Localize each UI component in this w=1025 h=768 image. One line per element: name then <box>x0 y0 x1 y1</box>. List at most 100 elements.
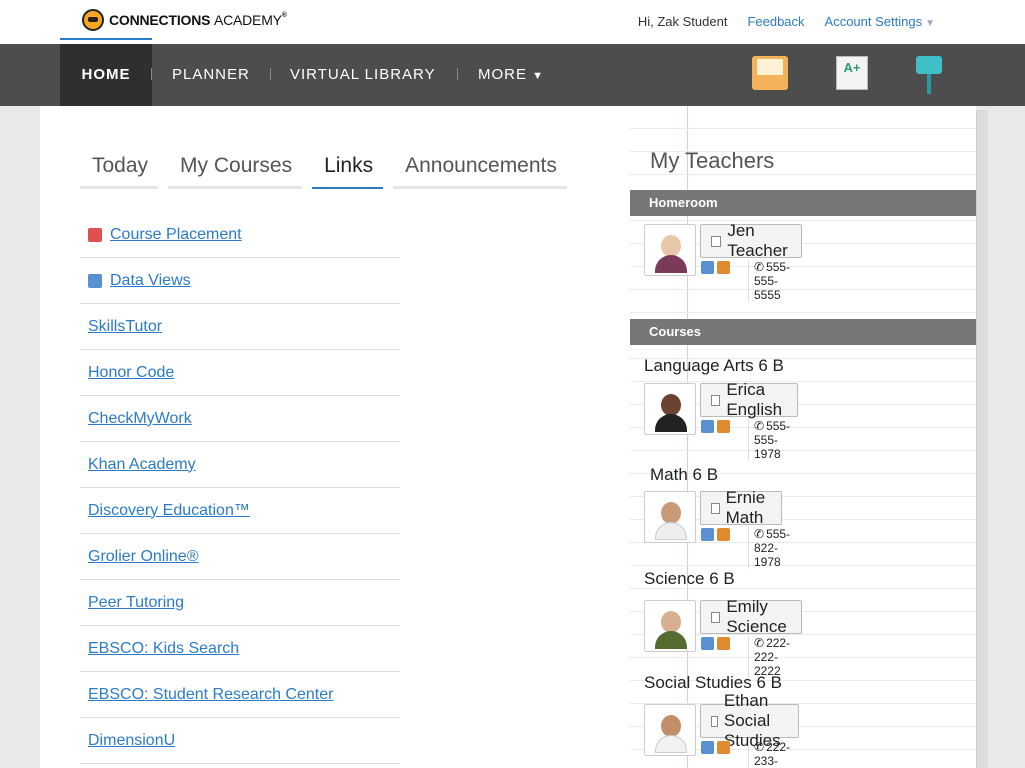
course-name: Social Studies 6 B <box>644 673 782 692</box>
placement-icon <box>88 227 102 242</box>
teacher-action-icons <box>701 261 730 274</box>
teacher-name: Ernie Math <box>725 488 766 527</box>
pushpin-icon[interactable] <box>916 56 942 96</box>
connections-academy-logo[interactable]: CONNECTIONS ACADEMY® <box>82 9 287 31</box>
teacher-name: Emily Science <box>726 597 787 636</box>
teacher-action-icons <box>701 741 730 754</box>
logo-underline <box>60 38 152 40</box>
teacher-button[interactable]: Emily Science <box>700 597 803 636</box>
my-teachers-panel: My Teachers Homeroom Jen Teacher ✆ 555-55… <box>630 106 976 768</box>
link-ebsco-kids-search[interactable]: EBSCO: Kids Search <box>88 640 239 658</box>
info-icon <box>88 273 102 288</box>
calendar-icon[interactable] <box>717 420 730 433</box>
main-nav: HOME PLANNER VIRTUAL LIBRARY MORE ▼ A+ <box>0 44 1025 106</box>
teacher-action-icons <box>701 420 730 433</box>
nav-divider <box>457 68 458 80</box>
link-grolier-online[interactable]: Grolier Online® <box>88 548 199 566</box>
avatar-body <box>655 631 687 649</box>
chevron-down-icon: ▼ <box>532 70 545 82</box>
phone-icon: ✆ <box>754 260 765 274</box>
courses-header: Courses <box>630 319 976 345</box>
list-item: Data Views <box>80 258 400 304</box>
nav-planner[interactable]: PLANNER <box>172 44 250 106</box>
greeting-text: Hi, Zak Student <box>637 14 728 29</box>
teacher-phone: ✆ 222-222-2222 <box>748 636 790 678</box>
link-khan-academy[interactable]: Khan Academy <box>88 456 196 474</box>
nav-home[interactable]: HOME <box>60 44 152 106</box>
course-name: Science 6 B <box>644 569 735 588</box>
phone-icon: ✆ <box>754 419 765 433</box>
avatar <box>644 704 696 756</box>
pushpin-head <box>916 56 942 74</box>
link-course-placement[interactable]: Course Placement <box>110 226 242 244</box>
info-icon[interactable] <box>701 528 714 541</box>
contact-card-icon <box>711 394 721 406</box>
calendar-icon[interactable] <box>717 741 730 754</box>
nav-divider <box>270 68 271 80</box>
list-item: DimensionU <box>80 718 400 764</box>
avatar <box>644 383 696 435</box>
info-icon[interactable] <box>701 420 714 433</box>
link-ebsco-student-research[interactable]: EBSCO: Student Research Center <box>88 686 333 704</box>
avatar-face <box>661 715 681 737</box>
list-item: Discovery Education™ <box>80 488 400 534</box>
avatar <box>644 600 696 652</box>
avatar <box>644 491 696 543</box>
contact-card-icon <box>711 235 722 247</box>
info-icon[interactable] <box>701 741 714 754</box>
my-teachers-title: My Teachers <box>650 148 775 173</box>
avatar-body <box>655 414 687 432</box>
link-data-views[interactable]: Data Views <box>110 272 191 290</box>
teacher-button[interactable]: Ernie Math <box>700 488 782 527</box>
teacher-phone: ✆ 555-555-1978 <box>748 419 790 461</box>
link-dimensionu[interactable]: DimensionU <box>88 732 175 750</box>
teacher-button[interactable]: Erica English <box>700 380 798 419</box>
tab-announcements[interactable]: Announcements <box>393 150 567 189</box>
link-honor-code[interactable]: Honor Code <box>88 364 174 382</box>
teacher-name: Jen Teacher <box>727 221 788 260</box>
account-settings-label: Account Settings <box>824 14 923 29</box>
list-item: EBSCO: Kids Search <box>80 626 400 672</box>
teacher-phone: ✆222-233-2424 <box>748 740 790 768</box>
phone-icon: ✆ <box>754 527 765 541</box>
teacher-button[interactable]: Jen Teacher <box>700 221 803 260</box>
account-settings-link[interactable]: Account Settings ▼ <box>825 14 935 29</box>
nav-more-label: MORE <box>478 66 527 83</box>
avatar-body <box>655 735 687 753</box>
avatar-face <box>661 235 681 257</box>
calendar-icon[interactable] <box>717 637 730 650</box>
teacher-phone: ✆ 555-822-1978 <box>748 527 790 569</box>
panel-shadow <box>976 110 988 768</box>
teacher-button[interactable]: Ethan Social Studies <box>700 691 799 750</box>
list-item: Khan Academy <box>80 442 400 488</box>
list-item: SkillsTutor <box>80 304 400 350</box>
contact-card-icon <box>711 611 721 623</box>
calendar-icon[interactable] <box>717 528 730 541</box>
feedback-link[interactable]: Feedback <box>747 14 804 29</box>
chevron-down-icon: ▼ <box>925 18 935 29</box>
logo-icon <box>82 9 104 31</box>
info-icon[interactable] <box>701 261 714 274</box>
grade-report-icon[interactable]: A+ <box>836 56 868 90</box>
avatar <box>644 224 696 276</box>
contact-card-icon <box>711 502 720 514</box>
teacher-action-icons <box>701 637 730 650</box>
nav-divider <box>151 68 152 80</box>
info-icon[interactable] <box>701 637 714 650</box>
tab-links[interactable]: Links <box>312 150 384 189</box>
link-skillstutor[interactable]: SkillsTutor <box>88 318 162 336</box>
course-name: Language Arts 6 B <box>644 356 784 375</box>
tab-my-courses[interactable]: My Courses <box>168 150 303 189</box>
link-discovery-education[interactable]: Discovery Education™ <box>88 502 250 520</box>
link-peer-tutoring[interactable]: Peer Tutoring <box>88 594 184 612</box>
list-item: Grolier Online® <box>80 534 400 580</box>
calendar-icon[interactable] <box>717 261 730 274</box>
teacher-phone: ✆ 555-555-5555 <box>748 260 790 302</box>
nav-more[interactable]: MORE ▼ <box>478 44 544 106</box>
phone-icon: ✆ <box>754 740 765 754</box>
avatar-body <box>655 522 687 540</box>
nav-virtual-library[interactable]: VIRTUAL LIBRARY <box>290 44 436 106</box>
tab-today[interactable]: Today <box>80 150 159 189</box>
link-checkmywork[interactable]: CheckMyWork <box>88 410 192 428</box>
envelope-icon[interactable] <box>752 56 788 90</box>
